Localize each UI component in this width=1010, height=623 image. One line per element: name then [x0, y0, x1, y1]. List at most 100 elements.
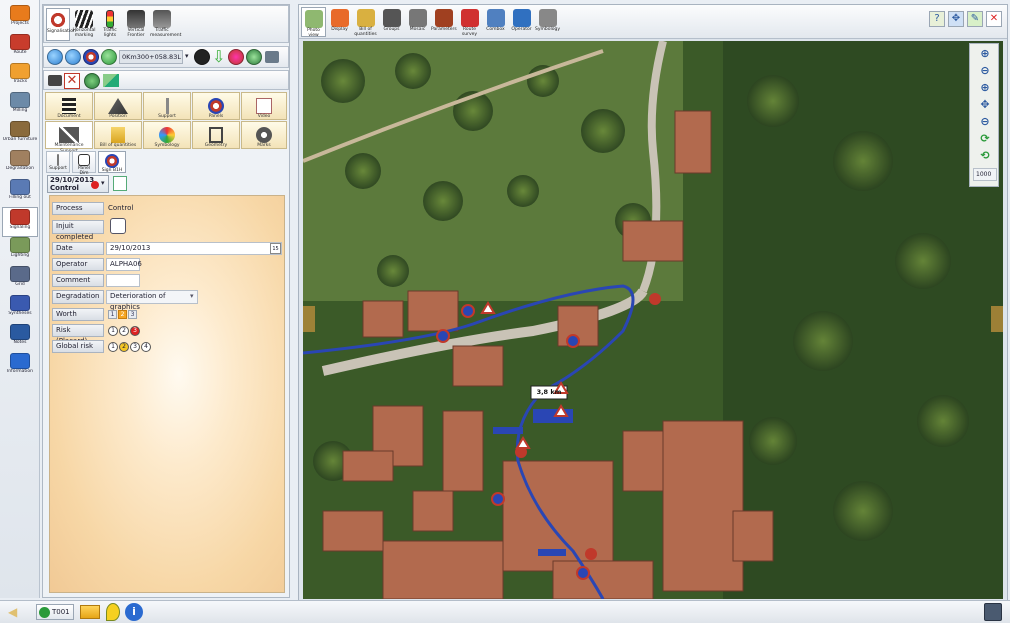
tools-icon	[59, 127, 79, 143]
refresh-map-icon[interactable]: ⟳	[975, 131, 995, 146]
date-selector[interactable]: 29/10/2013 Control ▾	[47, 175, 109, 193]
video-button[interactable]: Video	[241, 92, 287, 120]
risk-option-3[interactable]: 3	[130, 326, 140, 336]
track-selector[interactable]: T001	[36, 604, 74, 620]
sidebar-item-label: Grid	[15, 282, 25, 287]
info-icon[interactable]: i	[125, 603, 143, 621]
sidebar-item-lighting[interactable]: Lighting	[2, 236, 38, 266]
map-tool-parameters[interactable]: Parameters	[431, 7, 457, 37]
date-dropdown-icon[interactable]: ▾	[101, 179, 105, 187]
sidebar-item-signaling[interactable]: Signaling	[2, 207, 38, 237]
binoculars-icon[interactable]	[48, 75, 62, 86]
map-tool-groups[interactable]: Groups	[379, 7, 404, 37]
tab-traffic-measurement[interactable]: Traffic measurement	[150, 8, 181, 41]
injuit-completed-checkbox[interactable]	[110, 218, 126, 234]
comment-field[interactable]	[106, 274, 140, 287]
gauge-icon[interactable]	[228, 49, 244, 65]
map-tool-mosaic[interactable]: Mosaic	[405, 7, 430, 37]
pr-dropdown-icon[interactable]: ▾	[185, 52, 189, 60]
help-icon[interactable]: ?	[929, 11, 945, 27]
aerial-map[interactable]: 3,8 km	[303, 41, 1003, 599]
sidebar-item-notes[interactable]: Notes	[2, 323, 38, 353]
map-tool-display[interactable]: Display	[327, 7, 352, 37]
position-button[interactable]: Position	[94, 92, 142, 120]
folder-icon[interactable]	[80, 605, 100, 619]
maintenance-support-button[interactable]: Maintenance Support	[45, 121, 93, 154]
map-tool-photo-view[interactable]: Photo view	[301, 7, 326, 38]
zoom-out-icon[interactable]: ⊖	[975, 63, 995, 78]
operator-field[interactable]: ALPHA06	[106, 258, 142, 271]
tab-signalisation[interactable]: Signalisation	[46, 8, 76, 41]
worth-option-1[interactable]: 1	[108, 310, 117, 319]
delete-icon[interactable]: ✕	[64, 73, 80, 89]
sidebar-item-filling-out[interactable]: Filling out	[2, 178, 38, 208]
global-risk-option-4[interactable]: 4	[141, 342, 151, 352]
global-risk-option-2[interactable]: 2	[119, 342, 129, 352]
global-risk-option-1[interactable]: 1	[108, 342, 118, 352]
panels-button[interactable]: Panels	[192, 92, 240, 120]
sidebar-item-tracks[interactable]: Tracks	[2, 62, 38, 92]
document-button[interactable]: Document	[45, 92, 93, 120]
global-risk-option-3[interactable]: 3	[130, 342, 140, 352]
validate-icon[interactable]	[101, 49, 117, 65]
map-tool-combox[interactable]: Combox	[483, 7, 508, 37]
sign-b1h-icon[interactable]	[83, 49, 99, 65]
sidebar-item-urban-furniture[interactable]: Urban furniture	[2, 120, 38, 150]
aerial-photo	[303, 41, 1003, 599]
worth-option-2[interactable]: 2	[118, 310, 127, 319]
navigate-icon[interactable]: ✥	[948, 11, 964, 27]
symbology-button[interactable]: Symbology	[143, 121, 191, 149]
bill-of-quantities-button[interactable]: Bill of quantities	[94, 121, 142, 149]
zoom-in-icon[interactable]: ⊕	[975, 46, 995, 61]
map-tool-bill-of-quantities[interactable]: Bill of quantities	[353, 7, 378, 37]
sidebar-item-milling[interactable]: Milling	[2, 91, 38, 121]
calendar-icon[interactable]: 15	[270, 243, 281, 254]
tab-horizontal-marking[interactable]: Horizontal marking	[72, 8, 96, 41]
degradation-select[interactable]: Deterioration of graphics	[106, 290, 198, 311]
scale-select[interactable]: 1000	[973, 168, 997, 181]
edit-icon[interactable]	[113, 176, 127, 191]
stop-icon[interactable]	[194, 49, 210, 65]
tab-support[interactable]: Support	[46, 151, 70, 173]
sidebar-item-route[interactable]: Route	[2, 33, 38, 63]
tab-panel-dim[interactable]: Panel Dim	[72, 151, 96, 176]
zoom-area-icon[interactable]: ⊕	[975, 80, 995, 95]
edit-map-icon[interactable]: ✎	[967, 11, 983, 27]
sidebar-item-degradation[interactable]: Degradation	[2, 149, 38, 179]
sidebar-item-syntheses[interactable]: Syntheses	[2, 294, 38, 324]
refresh-icon[interactable]	[246, 49, 262, 65]
tab-vertical-frontier[interactable]: Vertical Frontier	[124, 8, 148, 41]
sidebar-item-information[interactable]: Information	[2, 352, 38, 382]
map-tool-symbology[interactable]: Symbology	[535, 7, 560, 37]
risk-option-1[interactable]: 1	[108, 326, 118, 336]
geometry-button[interactable]: Geometry	[192, 121, 240, 149]
collapse-arrow-icon[interactable]: ◀	[8, 605, 17, 619]
map-tool-route-survey[interactable]: Route survey	[457, 7, 482, 37]
location-pin-icon[interactable]	[106, 603, 120, 621]
worth-option-3[interactable]: 3	[128, 310, 137, 319]
support-button[interactable]: Support	[143, 92, 191, 120]
close-icon[interactable]: ✕	[986, 11, 1002, 27]
sidebar-item-grid[interactable]: Grid	[2, 265, 38, 295]
degradation-dropdown-icon[interactable]: ▾	[190, 292, 194, 300]
tab-traffic-lights[interactable]: Traffic lights	[98, 8, 122, 41]
zoom-extent-icon[interactable]: ⊖	[975, 114, 995, 129]
previous-icon[interactable]	[65, 49, 81, 65]
terrain-icon[interactable]	[103, 74, 119, 87]
first-icon[interactable]	[47, 49, 63, 65]
sync-icon[interactable]	[84, 73, 100, 89]
pan-icon[interactable]: ✥	[975, 97, 995, 112]
sidebar-item-label: Syntheses	[8, 311, 32, 316]
save-icon[interactable]	[984, 603, 1002, 621]
tab-sign-b1h[interactable]: Sign B1H	[98, 151, 126, 173]
label-worth: Worth	[52, 308, 104, 321]
history-icon[interactable]: ⟲	[975, 148, 995, 163]
map-tool-operator[interactable]: Operator	[509, 7, 534, 37]
marks-button[interactable]: Marks	[241, 121, 287, 149]
down-arrow-icon[interactable]: ⇩	[212, 47, 225, 67]
risk-option-2[interactable]: 2	[119, 326, 129, 336]
sidebar-item-projects[interactable]: Projects	[2, 4, 38, 34]
date-field[interactable]: 29/10/2013	[106, 242, 282, 255]
pr-position-field[interactable]: 0Km300+058.83L	[119, 50, 183, 64]
printer-icon[interactable]	[265, 51, 279, 63]
